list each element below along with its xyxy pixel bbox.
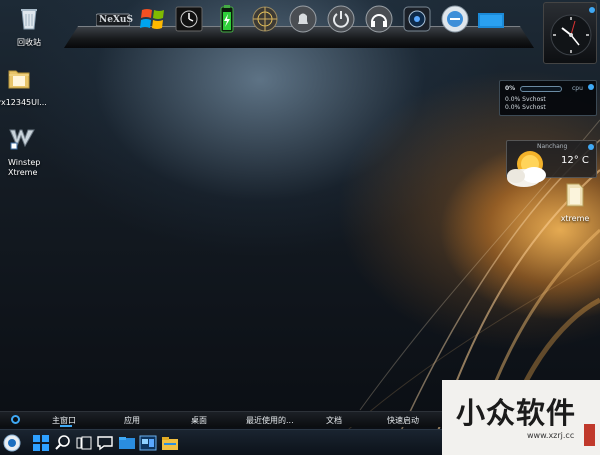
desktop-icon-winstep-xtreme[interactable]: Winstep Xtreme [0, 124, 52, 178]
desktop-icon-label: jyx12345Ul... [0, 98, 47, 107]
watermark-seal [584, 424, 595, 446]
desktop-icon-label: xtreme [560, 214, 590, 223]
winstep-orb-icon[interactable] [3, 434, 21, 452]
watermark-url: www.xzrj.cc [527, 431, 575, 440]
settings-gear-icon[interactable] [11, 415, 20, 424]
windows-logo-icon [140, 9, 164, 29]
headphones-icon [365, 5, 393, 33]
dock-item-network[interactable] [250, 4, 280, 34]
folder-blue-icon[interactable] [118, 434, 136, 452]
widget-settings-icon[interactable] [588, 84, 594, 90]
cpu-monitor-widget[interactable]: 0% cpu 0.0% Svchost 0.0% Svchost [499, 80, 597, 116]
watermark-brand: 小众软件 [456, 396, 577, 430]
weather-temperature: 12° C [561, 155, 589, 166]
battery-icon [220, 5, 234, 33]
search-icon[interactable] [54, 434, 72, 452]
menu-item-quick-launch[interactable]: 快速启动 [387, 415, 419, 426]
desktop-icon-xtreme-folder[interactable]: xtreme [546, 180, 600, 224]
dock-item-notifications[interactable] [288, 4, 318, 34]
desktop-icon-label: 回收站 [17, 38, 41, 47]
bell-icon [289, 5, 317, 33]
dock-item-audio[interactable] [364, 4, 394, 34]
chat-icon[interactable] [96, 434, 114, 452]
cpu-process-line: 0.0% Svchost [505, 104, 546, 111]
menu-item-desktop[interactable]: 桌面 [191, 415, 207, 426]
menu-item-documents[interactable]: 文档 [326, 415, 342, 426]
start-windows-icon[interactable] [32, 434, 50, 452]
dock-item-windows[interactable] [138, 4, 168, 34]
cpu-percent-label: 0% [505, 85, 516, 92]
top-dock: NeXuS [64, 0, 534, 50]
desktop-icon-label: Winstep Xtreme [8, 158, 41, 177]
cpu-title: cpu [572, 85, 583, 92]
desktop-icon-folder[interactable]: jyx12345Ul... [0, 64, 47, 108]
camera-icon [403, 6, 431, 32]
clock-app-icon [175, 6, 203, 32]
menu-item-apps[interactable]: 应用 [124, 415, 140, 426]
widget-settings-icon[interactable] [588, 144, 594, 150]
task-view-icon[interactable] [75, 434, 93, 452]
watermark: 小众软件 www.xzrj.cc [442, 380, 600, 455]
dock-item-camera[interactable] [402, 4, 432, 34]
dock-item-power[interactable] [326, 4, 356, 34]
active-menu-indicator [60, 425, 72, 427]
dock-item-display[interactable] [476, 4, 506, 34]
menu-item-recent[interactable]: 最近使用的... [246, 415, 294, 426]
app-window-icon[interactable] [139, 434, 157, 452]
clock-widget[interactable] [543, 2, 597, 64]
monitor-icon [478, 13, 504, 28]
folder-icon [566, 183, 584, 207]
nexus-logo-label: NeXuS [99, 15, 133, 25]
cpu-load-bar [520, 86, 562, 92]
winstep-logo-icon [9, 129, 35, 150]
partly-cloudy-icon [507, 151, 546, 187]
power-icon [327, 5, 355, 33]
dock-item-nexus[interactable]: NeXuS [95, 4, 133, 34]
dock-item-browser[interactable] [440, 4, 470, 34]
dock-item-battery[interactable] [212, 4, 242, 34]
launcher-menu-bar: 主窗口 应用 桌面 最近使用的... 文档 快速启动 [0, 411, 442, 427]
recycle-bin-icon [21, 9, 37, 30]
desktop-icon-recycle-bin[interactable]: 回收站 [0, 4, 58, 48]
browser-icon [441, 5, 469, 33]
file-explorer-icon[interactable] [161, 434, 179, 452]
network-globe-icon [252, 6, 278, 32]
dock-item-clock[interactable] [174, 4, 204, 34]
folder-icon [8, 70, 30, 89]
cpu-process-line: 0.0% Svchost [505, 96, 546, 103]
analog-clock-icon [550, 7, 595, 56]
